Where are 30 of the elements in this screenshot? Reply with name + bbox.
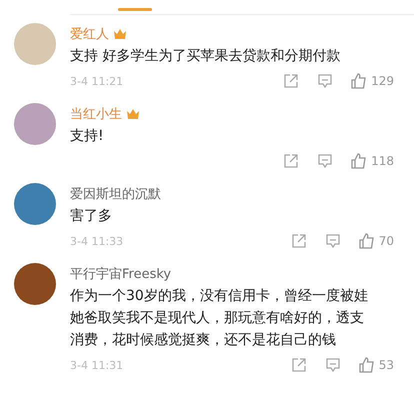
thumbs-up-icon: [351, 73, 368, 89]
comment-icon[interactable]: [324, 357, 341, 373]
like-button[interactable]: 53: [358, 357, 394, 373]
thumbs-up-icon: [351, 153, 368, 169]
share-icon[interactable]: [283, 73, 300, 89]
user-name[interactable]: 爱因斯坦的沉默: [70, 185, 161, 203]
comment-text: 害了多: [70, 207, 113, 226]
comment-icon[interactable]: [317, 73, 334, 89]
comment-icon[interactable]: [317, 153, 334, 169]
avatar[interactable]: [14, 263, 56, 305]
like-button[interactable]: 129: [351, 73, 394, 89]
share-icon[interactable]: [290, 357, 307, 373]
thumbs-up-icon: [358, 233, 375, 249]
timestamp: 3-4 11:33: [70, 234, 124, 248]
share-icon[interactable]: [283, 153, 300, 169]
timestamp: 3-4 11:31: [70, 358, 124, 372]
share-icon[interactable]: [290, 233, 307, 249]
like-button[interactable]: 118: [351, 153, 394, 169]
timestamp: 3-4 11:21: [70, 74, 124, 88]
comment-text: 作为一个30岁的我，没有信用卡，曾经一度被娃她爸取笑我不是现代人，那玩意有啥好的，透支消费，花时候感觉挺爽，还不是花自己的钱: [70, 287, 368, 350]
comment-text: 支持!: [70, 127, 105, 146]
avatar[interactable]: [14, 183, 56, 225]
user-name[interactable]: 爱红人: [70, 25, 109, 43]
user-name[interactable]: 当红小生: [70, 105, 122, 123]
tab-indicator: [118, 8, 152, 11]
thumbs-up-icon: [358, 357, 375, 373]
like-button[interactable]: 70: [358, 233, 394, 249]
comment-text: 支持 好多学生为了买苹果去贷款和分期付款: [70, 47, 342, 66]
user-name[interactable]: 平行宇宙Freesky: [70, 265, 172, 283]
comment-icon[interactable]: [324, 233, 341, 249]
